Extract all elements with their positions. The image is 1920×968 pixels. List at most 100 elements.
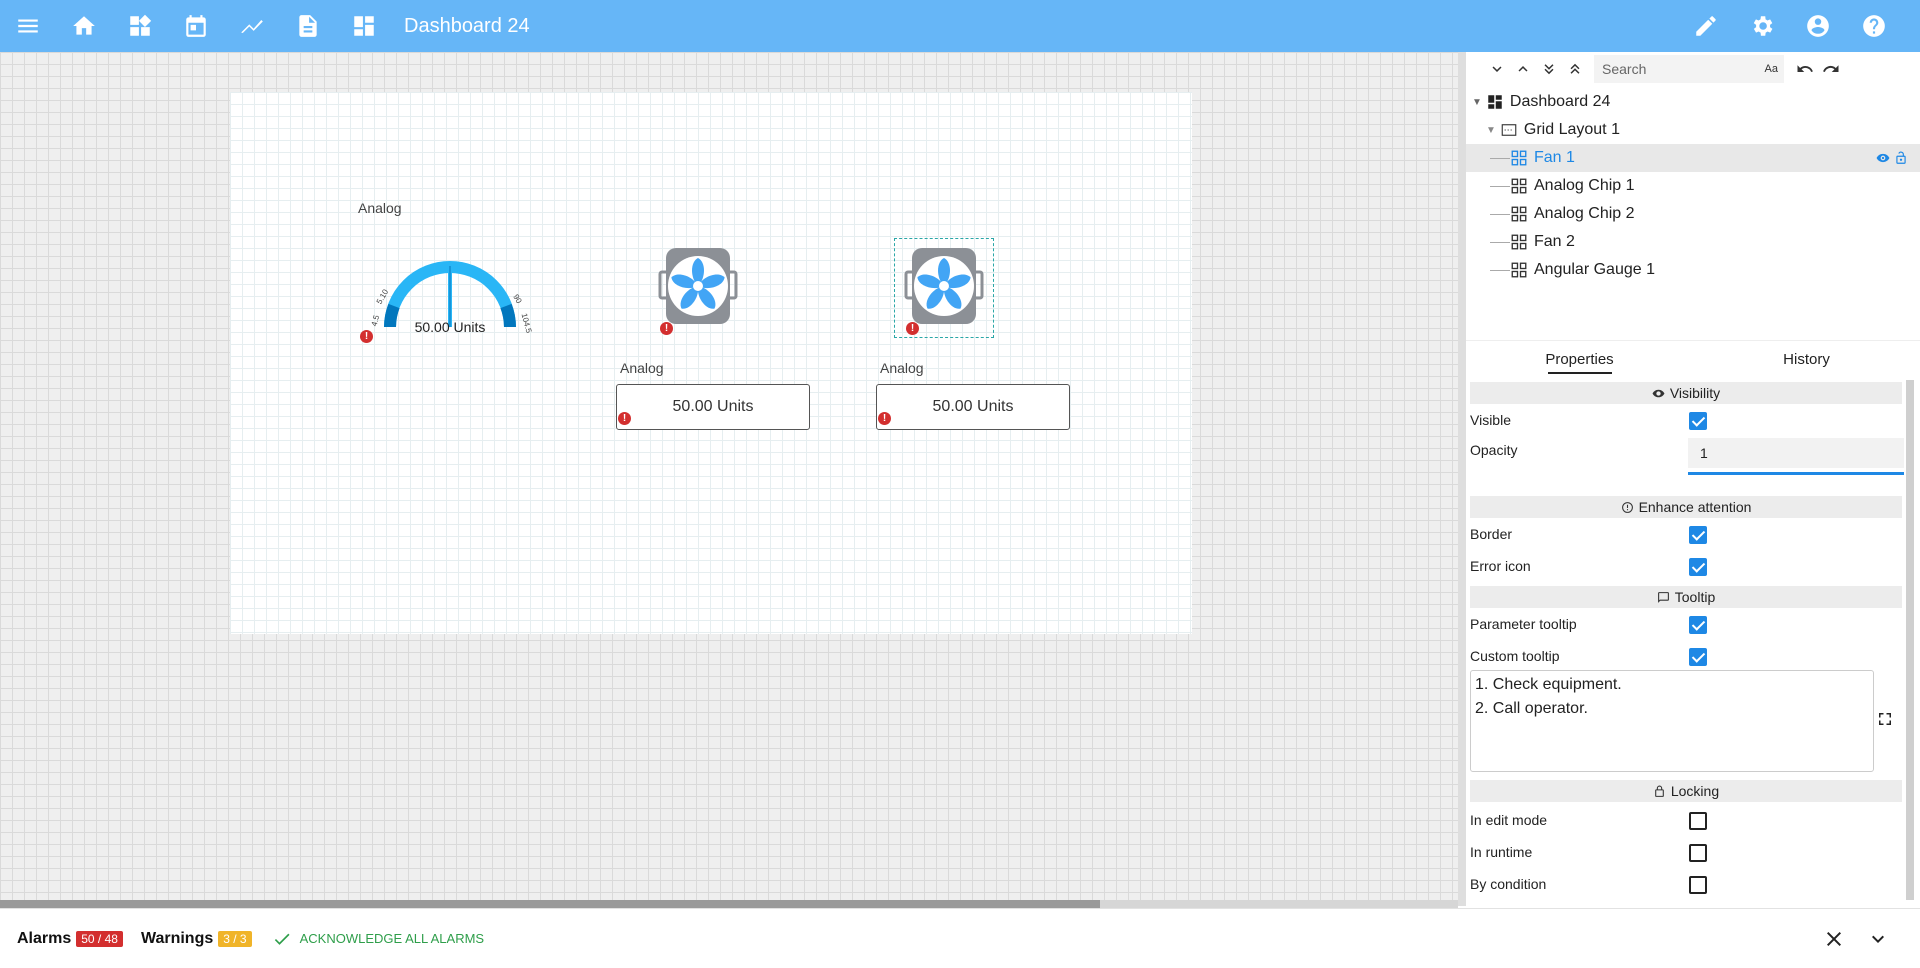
border-label: Border — [1470, 526, 1513, 542]
analog-chip-1[interactable]: 50.00 Units — [616, 384, 810, 430]
widgets-icon[interactable] — [112, 0, 168, 52]
error-icon[interactable]: ! — [618, 412, 631, 425]
properties-scrollbar[interactable] — [1906, 380, 1914, 900]
tree-label: Analog Chip 1 — [1534, 177, 1635, 194]
expand-all-icon[interactable] — [1536, 56, 1562, 82]
section-title: Visibility — [1669, 385, 1721, 401]
dashboard-icon[interactable] — [336, 0, 392, 52]
properties-panel: Visibility Visible Opacity 1 Enhance att… — [1466, 380, 1920, 906]
home-icon[interactable] — [56, 0, 112, 52]
panel-splitter[interactable] — [1458, 52, 1466, 906]
angular-gauge[interactable]: 4.5 5.10 90 104.5 50.00 Units — [350, 232, 550, 342]
tree-node-fan-2[interactable]: Fan 2 — [1466, 228, 1920, 256]
tree-label: Grid Layout 1 — [1523, 121, 1620, 138]
fullscreen-icon[interactable] — [1876, 710, 1894, 728]
gauge-tick-label: 90 — [511, 293, 524, 306]
panel-tabs: Properties History — [1466, 340, 1920, 378]
warnings-count-badge: 3 / 3 — [218, 930, 252, 947]
by-condition-label: By condition — [1470, 876, 1547, 892]
gauge-tick-label: 104.5 — [520, 312, 534, 334]
analog-chip-2[interactable]: 50.00 Units — [876, 384, 1070, 430]
parameter-tooltip-label: Parameter tooltip — [1470, 616, 1577, 632]
in-runtime-checkbox[interactable] — [1689, 844, 1707, 862]
tree-search-input[interactable]: Search Aa — [1594, 55, 1784, 83]
tab-history[interactable]: History — [1693, 341, 1920, 378]
close-icon[interactable] — [1812, 917, 1856, 961]
gauge-tick-label: 5.10 — [375, 287, 391, 305]
in-edit-mode-label: In edit mode — [1470, 812, 1548, 828]
alarms-label[interactable]: Alarms — [17, 930, 71, 948]
by-condition-checkbox[interactable] — [1689, 876, 1707, 894]
edit-icon[interactable] — [1678, 0, 1734, 52]
comment-icon — [1657, 591, 1669, 603]
layer-tree: ▼ Dashboard 24 ▼ Grid Layout 1 Fan 1 Ana… — [1466, 86, 1920, 346]
collapse-all-icon[interactable] — [1562, 56, 1588, 82]
alarm-bar: Alarms 50 / 48 Warnings 3 / 3 ACKNOWLEDG… — [0, 908, 1920, 968]
opacity-input-underline — [1688, 472, 1904, 475]
gauge-label: Analog — [358, 200, 402, 216]
alarm-bar-actions — [1812, 909, 1900, 968]
settings-icon[interactable] — [1734, 0, 1790, 52]
document-icon[interactable] — [280, 0, 336, 52]
scrollbar-thumb[interactable] — [0, 900, 1100, 908]
custom-tooltip-textarea[interactable]: 1. Check equipment. 2. Call operator. — [1470, 670, 1874, 772]
tree-node-grid-layout[interactable]: ▼ Grid Layout 1 — [1466, 116, 1920, 144]
account-icon[interactable] — [1790, 0, 1846, 52]
menu-icon[interactable] — [0, 0, 56, 52]
widget-icon — [1511, 234, 1527, 250]
border-checkbox[interactable] — [1689, 526, 1707, 544]
widget-icon — [1511, 150, 1527, 166]
tree-label: Fan 1 — [1534, 149, 1575, 166]
opacity-input[interactable]: 1 — [1688, 438, 1904, 468]
widget-icon — [1511, 206, 1527, 222]
tree-label: Analog Chip 2 — [1534, 205, 1635, 222]
check-icon — [274, 933, 290, 945]
parameter-tooltip-checkbox[interactable] — [1689, 616, 1707, 634]
tree-node-angular-gauge-1[interactable]: Angular Gauge 1 — [1466, 256, 1920, 284]
section-title: Tooltip — [1674, 589, 1716, 605]
section-locking[interactable]: Locking — [1470, 780, 1902, 802]
chart-icon[interactable] — [224, 0, 280, 52]
redo-icon[interactable] — [1818, 56, 1844, 82]
tree-node-root[interactable]: ▼ Dashboard 24 — [1466, 88, 1920, 116]
error-icon[interactable]: ! — [660, 322, 673, 335]
acknowledge-all-button[interactable]: ACKNOWLEDGE ALL ALARMS — [272, 929, 484, 949]
help-icon[interactable] — [1846, 0, 1902, 52]
tree-node-analog-chip-1[interactable]: Analog Chip 1 — [1466, 172, 1920, 200]
tree-node-analog-chip-2[interactable]: Analog Chip 2 — [1466, 200, 1920, 228]
tree-node-fan-1[interactable]: Fan 1 — [1466, 144, 1920, 172]
dashboard-page[interactable]: Analog 4.5 5.10 90 104.5 50.00 Units ! ! — [230, 92, 1192, 634]
widget-icon — [1511, 262, 1527, 278]
app-window: Dashboard 24 Analog 4.5 5.10 90 104.5 50… — [0, 0, 1920, 968]
visibility-eye-icon[interactable] — [1876, 151, 1890, 165]
canvas-horizontal-scrollbar[interactable] — [0, 900, 1458, 908]
info-icon — [1621, 501, 1633, 513]
chevron-down-icon[interactable] — [1856, 917, 1900, 961]
visible-checkbox[interactable] — [1689, 412, 1707, 430]
fan-1-widget[interactable] — [656, 244, 740, 328]
section-visibility[interactable]: Visibility — [1470, 382, 1902, 404]
chevron-up-icon[interactable] — [1510, 56, 1536, 82]
tab-properties[interactable]: Properties — [1466, 341, 1693, 378]
chevron-down-icon[interactable] — [1484, 56, 1510, 82]
right-panel: Search Aa ▼ Dashboard 24 ▼ Grid Layout 1… — [1466, 52, 1920, 906]
match-case-toggle[interactable]: Aa — [1765, 63, 1778, 75]
custom-tooltip-checkbox[interactable] — [1689, 648, 1707, 666]
grid-layout-icon — [1501, 124, 1517, 136]
error-icon[interactable]: ! — [906, 322, 919, 335]
in-edit-mode-checkbox[interactable] — [1689, 812, 1707, 830]
editor-canvas[interactable]: Analog 4.5 5.10 90 104.5 50.00 Units ! ! — [0, 52, 1458, 906]
error-icon[interactable]: ! — [360, 330, 373, 343]
error-icon-checkbox[interactable] — [1689, 558, 1707, 576]
section-title: Enhance attention — [1638, 499, 1752, 515]
calendar-icon[interactable] — [168, 0, 224, 52]
undo-icon[interactable] — [1792, 56, 1818, 82]
error-icon-label: Error icon — [1470, 558, 1531, 574]
error-icon[interactable]: ! — [878, 412, 891, 425]
section-enhance-attention[interactable]: Enhance attention — [1470, 496, 1902, 518]
top-app-bar: Dashboard 24 — [0, 0, 1920, 52]
lock-open-icon[interactable] — [1894, 151, 1908, 165]
warnings-label[interactable]: Warnings — [141, 930, 213, 948]
section-tooltip[interactable]: Tooltip — [1470, 586, 1902, 608]
fan-2-widget[interactable] — [902, 244, 986, 328]
